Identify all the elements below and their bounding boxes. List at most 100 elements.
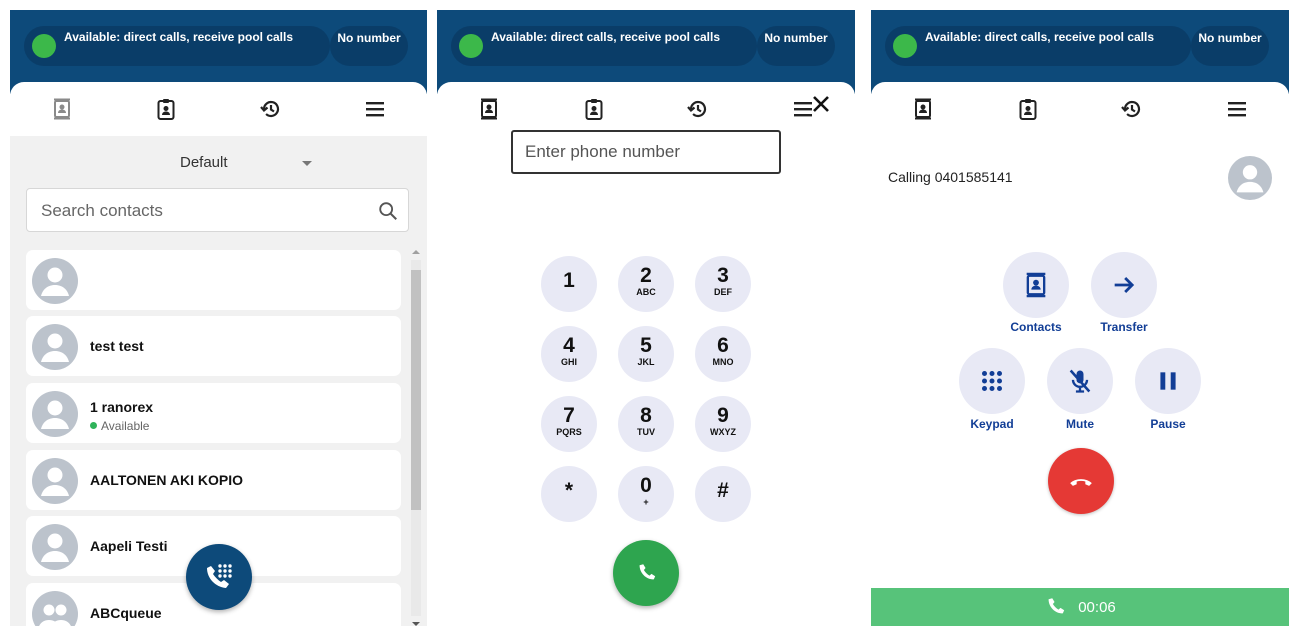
key-hash[interactable]: # — [695, 466, 751, 522]
tab-contacts[interactable] — [871, 82, 976, 136]
nav-bar — [10, 82, 427, 136]
key-2[interactable]: 2 ABC — [618, 256, 674, 312]
contact-name: 1 ranorex — [90, 399, 154, 415]
close-icon[interactable] — [809, 92, 833, 116]
contact-row[interactable]: test test — [26, 316, 401, 376]
key-digit: 0 — [640, 474, 652, 497]
hang-up-icon — [1070, 479, 1092, 486]
key-letters: JKL — [637, 357, 655, 367]
avatar — [32, 258, 78, 304]
transfer-button[interactable] — [1091, 252, 1157, 318]
phone-icon — [1048, 598, 1065, 614]
person-icon — [41, 333, 69, 362]
phone-icon — [639, 564, 656, 580]
nav-bar — [437, 82, 855, 136]
tab-history[interactable] — [219, 82, 323, 136]
pause-button[interactable] — [1135, 348, 1201, 414]
tab-history[interactable] — [646, 82, 751, 136]
hamburger-menu-icon — [1227, 102, 1246, 117]
search-contacts-box — [26, 188, 409, 232]
scroll-up-arrow-icon[interactable] — [412, 250, 420, 254]
contact-row[interactable]: 1 ranorex Available — [26, 383, 401, 443]
avatar — [32, 324, 78, 370]
microphone-off-icon — [1069, 369, 1091, 393]
scroll-down-arrow-icon[interactable] — [412, 622, 420, 626]
availability-status-button[interactable]: Available: direct calls, receive pool ca… — [451, 26, 757, 66]
open-dialpad-button[interactable] — [186, 544, 252, 610]
tab-menu[interactable] — [751, 82, 856, 136]
availability-status-button[interactable]: Available: direct calls, receive pool ca… — [885, 26, 1191, 66]
key-9[interactable]: 9 WXYZ — [695, 396, 751, 452]
tab-menu[interactable] — [323, 82, 427, 136]
avatar — [32, 524, 78, 570]
avatar — [32, 591, 78, 626]
contacts-icon — [1026, 272, 1046, 298]
search-icon[interactable] — [377, 200, 399, 222]
tab-directory[interactable] — [976, 82, 1081, 136]
key-letters: WXYZ — [710, 427, 736, 437]
contact-row[interactable]: AALTONEN AKI KOPIO — [26, 450, 401, 510]
tab-directory[interactable] — [542, 82, 647, 136]
contact-row[interactable] — [26, 250, 401, 310]
contacts-action-button[interactable] — [1003, 252, 1069, 318]
tab-directory[interactable] — [114, 82, 218, 136]
key-letters: ABC — [636, 287, 656, 297]
contacts-icon — [915, 98, 932, 120]
key-3[interactable]: 3 DEF — [695, 256, 751, 312]
key-0[interactable]: 0 + — [618, 466, 674, 522]
status-indicator-icon — [32, 34, 56, 58]
mute-label: Mute — [1066, 417, 1094, 431]
hamburger-menu-icon — [365, 102, 384, 117]
contact-list-scrollbar[interactable] — [409, 250, 423, 626]
key-digit: 1 — [563, 269, 575, 292]
person-icon — [1236, 165, 1264, 193]
key-letters: TUV — [637, 427, 655, 437]
key-4[interactable]: 4 GHI — [541, 326, 597, 382]
call-button[interactable] — [613, 540, 679, 606]
availability-status-button[interactable]: Available: direct calls, receive pool ca… — [24, 26, 330, 66]
key-6[interactable]: 6 MNO — [695, 326, 751, 382]
key-letters: PQRS — [556, 427, 582, 437]
contact-name: Aapeli Testi — [90, 538, 168, 554]
key-digit: 6 — [717, 334, 729, 357]
scrollbar-thumb[interactable] — [411, 270, 421, 510]
history-icon — [687, 100, 707, 118]
keypad-button[interactable] — [959, 348, 1025, 414]
mute-button[interactable] — [1047, 348, 1113, 414]
search-contacts-input[interactable] — [41, 200, 361, 222]
contact-name: test test — [90, 338, 144, 354]
keypad-label: Keypad — [970, 417, 1014, 431]
presence-dot-icon — [90, 422, 97, 429]
key-letters: + — [643, 497, 649, 507]
key-7[interactable]: 7 PQRS — [541, 396, 597, 452]
key-1[interactable]: 1 — [541, 256, 597, 312]
caret-down-icon — [302, 161, 312, 166]
caller-number-button[interactable]: No number — [330, 26, 408, 66]
key-digit: 8 — [640, 404, 652, 427]
tab-contacts[interactable] — [10, 82, 114, 136]
phone-number-field — [511, 130, 781, 174]
key-letters: GHI — [560, 357, 577, 367]
tab-contacts[interactable] — [437, 82, 542, 136]
key-digit: 4 — [563, 334, 575, 357]
nav-bar — [871, 82, 1289, 136]
person-icon — [41, 467, 69, 496]
hang-up-button[interactable] — [1048, 448, 1114, 514]
contact-name: AALTONEN AKI KOPIO — [90, 472, 243, 488]
contact-group-select[interactable]: Default — [160, 152, 320, 172]
tab-history[interactable] — [1080, 82, 1185, 136]
key-5[interactable]: 5 JKL — [618, 326, 674, 382]
tab-menu[interactable] — [1185, 82, 1289, 136]
key-star[interactable]: * — [541, 466, 597, 522]
caller-number-button[interactable]: No number — [1191, 26, 1269, 66]
group-icon — [39, 604, 71, 626]
avatar — [32, 458, 78, 504]
phone-number-input[interactable] — [525, 141, 765, 163]
availability-status-text: Available: direct calls, receive pool ca… — [491, 30, 721, 44]
caller-number-button[interactable]: No number — [757, 26, 835, 66]
key-8[interactable]: 8 TUV — [618, 396, 674, 452]
avatar — [32, 391, 78, 437]
directory-icon — [157, 99, 175, 120]
person-icon — [41, 533, 69, 562]
contacts-panel: Available: direct calls, receive pool ca… — [10, 10, 427, 626]
